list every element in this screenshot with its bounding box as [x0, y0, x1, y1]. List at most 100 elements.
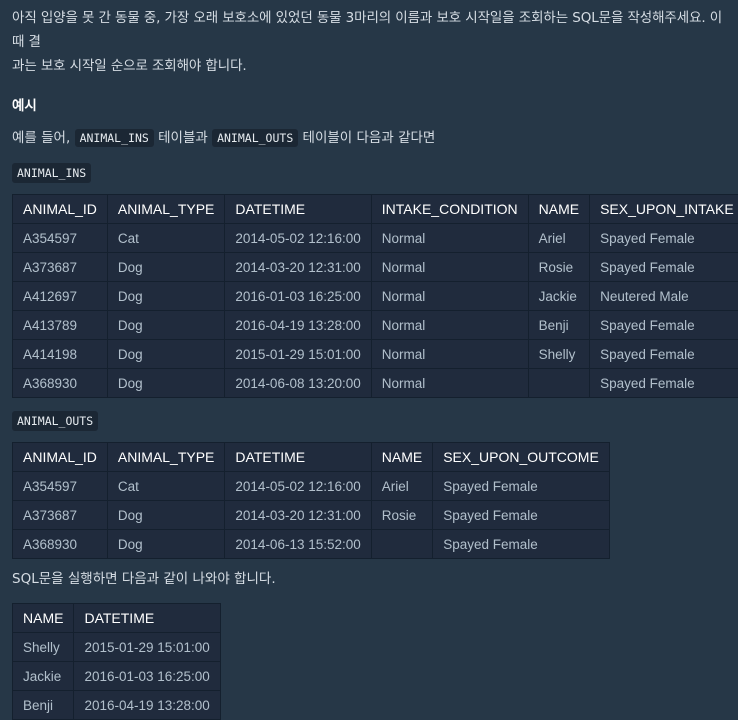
table-row: A373687Dog2014-03-20 12:31:00NormalRosie… — [13, 253, 738, 282]
table-cell: 2015-01-29 15:01:00 — [225, 340, 371, 369]
table-cell: 2015-01-29 15:01:00 — [74, 633, 220, 662]
table-cell: 2014-03-20 12:31:00 — [225, 253, 371, 282]
table-cell: Spayed Female — [590, 340, 738, 369]
inline-code-animal-ins: ANIMAL_INS — [75, 129, 154, 147]
table-cell: 2016-04-19 13:28:00 — [225, 311, 371, 340]
table-row: A354597Cat2014-05-02 12:16:00NormalAriel… — [13, 224, 738, 253]
animal-ins-table-label: ANIMAL_INS — [12, 163, 91, 183]
intro-line-2: 과는 보호 시작일 순으로 조회해야 합니다. — [12, 54, 732, 78]
table-cell: A354597 — [13, 472, 108, 501]
column-header: INTAKE_CONDITION — [371, 195, 528, 224]
column-header: NAME — [528, 195, 589, 224]
table-cell: Dog — [107, 253, 224, 282]
table-cell: A354597 — [13, 224, 108, 253]
table-cell: Benji — [13, 691, 74, 720]
inline-code-animal-outs: ANIMAL_OUTS — [212, 129, 298, 147]
table-cell: Rosie — [371, 501, 432, 530]
table-cell: Jackie — [528, 282, 589, 311]
table-header-row: ANIMAL_IDANIMAL_TYPEDATETIMEINTAKE_CONDI… — [13, 195, 738, 224]
column-header: DATETIME — [74, 604, 220, 633]
intro-line-1: 아직 입양을 못 간 동물 중, 가장 오래 보호소에 있었던 동물 3마리의 … — [12, 6, 732, 54]
table-row: A368930Dog2014-06-13 15:52:00 Spayed Fema… — [13, 530, 610, 559]
table-cell: Spayed Female — [433, 530, 610, 559]
table-cell: A368930 — [13, 369, 108, 398]
table-row: A373687Dog2014-03-20 12:31:00RosieSpayed… — [13, 501, 610, 530]
table-cell: 2016-01-03 16:25:00 — [225, 282, 371, 311]
table-row: Jackie2016-01-03 16:25:00 — [13, 662, 221, 691]
table-cell: Rosie — [528, 253, 589, 282]
table-cell — [371, 530, 432, 559]
table-cell: Ariel — [371, 472, 432, 501]
column-header: NAME — [13, 604, 74, 633]
animal-outs-label-row: ANIMAL_OUTS — [12, 410, 732, 430]
table-cell: Spayed Female — [433, 472, 610, 501]
table-cell — [528, 369, 589, 398]
example-prefix: 예를 들어, — [12, 130, 75, 146]
table-cell: Dog — [107, 311, 224, 340]
table-cell: Dog — [107, 501, 224, 530]
animal-outs-table: ANIMAL_IDANIMAL_TYPEDATETIMENAMESEX_UPON… — [12, 442, 610, 559]
table-cell: Normal — [371, 224, 528, 253]
table-cell: 2014-05-02 12:16:00 — [225, 224, 371, 253]
column-header: DATETIME — [225, 195, 371, 224]
table-row: A412697Dog2016-01-03 16:25:00NormalJacki… — [13, 282, 738, 311]
table-cell: Cat — [107, 224, 224, 253]
table-cell: Normal — [371, 340, 528, 369]
table-cell: Dog — [107, 530, 224, 559]
table-row: A414198Dog2015-01-29 15:01:00NormalShell… — [13, 340, 738, 369]
table-cell: Benji — [528, 311, 589, 340]
table-cell: A373687 — [13, 253, 108, 282]
table-cell: A412697 — [13, 282, 108, 311]
column-header: ANIMAL_TYPE — [107, 195, 224, 224]
table-cell: Cat — [107, 472, 224, 501]
table-cell: 2016-01-03 16:25:00 — [74, 662, 220, 691]
example-description: 예를 들어, ANIMAL_INS 테이블과 ANIMAL_OUTS 테이블이 … — [12, 126, 732, 150]
table-cell: Normal — [371, 282, 528, 311]
table-cell: Ariel — [528, 224, 589, 253]
column-header: ANIMAL_ID — [13, 443, 108, 472]
intro-paragraph: 아직 입양을 못 간 동물 중, 가장 오래 보호소에 있었던 동물 3마리의 … — [12, 6, 732, 78]
table-cell: Spayed Female — [433, 501, 610, 530]
problem-description: 아직 입양을 못 간 동물 중, 가장 오래 보호소에 있었던 동물 3마리의 … — [12, 0, 732, 720]
table-cell: A413789 — [13, 311, 108, 340]
column-header: ANIMAL_ID — [13, 195, 108, 224]
table-cell: 2014-05-02 12:16:00 — [225, 472, 371, 501]
animal-ins-label-row: ANIMAL_INS — [12, 162, 732, 182]
column-header: ANIMAL_TYPE — [107, 443, 224, 472]
table-cell: A368930 — [13, 530, 108, 559]
table-row: A354597Cat2014-05-02 12:16:00ArielSpayed… — [13, 472, 610, 501]
example-heading: 예시 — [12, 94, 732, 118]
example-suffix: 테이블이 다음과 같다면 — [298, 130, 435, 146]
table-cell: A414198 — [13, 340, 108, 369]
result-description: SQL문을 실행하면 다음과 같이 나와야 합니다. — [12, 567, 732, 591]
table-cell: Jackie — [13, 662, 74, 691]
table-row: Benji2016-04-19 13:28:00 — [13, 691, 221, 720]
table-cell: Spayed Female — [590, 311, 738, 340]
table-cell: Normal — [371, 311, 528, 340]
column-header: SEX_UPON_INTAKE — [590, 195, 738, 224]
table-cell: Neutered Male — [590, 282, 738, 311]
table-cell: Spayed Female — [590, 369, 738, 398]
result-table: NAMEDATETIME Shelly2015-01-29 15:01:00Ja… — [12, 603, 221, 720]
table-cell: 2014-06-13 15:52:00 — [225, 530, 371, 559]
table-cell: Spayed Female — [590, 253, 738, 282]
table-cell: Dog — [107, 369, 224, 398]
table-cell: Spayed Female — [590, 224, 738, 253]
table-cell: 2014-06-08 13:20:00 — [225, 369, 371, 398]
table-cell: Shelly — [13, 633, 74, 662]
table-cell: Dog — [107, 340, 224, 369]
table-cell: Shelly — [528, 340, 589, 369]
column-header: NAME — [371, 443, 432, 472]
table-row: A413789Dog2016-04-19 13:28:00NormalBenji… — [13, 311, 738, 340]
table-cell: 2016-04-19 13:28:00 — [74, 691, 220, 720]
table-row: Shelly2015-01-29 15:01:00 — [13, 633, 221, 662]
table-row: A368930Dog2014-06-08 13:20:00Normal Spaye… — [13, 369, 738, 398]
table-cell: 2014-03-20 12:31:00 — [225, 501, 371, 530]
animal-ins-table: ANIMAL_IDANIMAL_TYPEDATETIMEINTAKE_CONDI… — [12, 194, 738, 398]
table-cell: Normal — [371, 253, 528, 282]
table-cell: Normal — [371, 369, 528, 398]
example-middle: 테이블과 — [154, 130, 212, 146]
column-header: SEX_UPON_OUTCOME — [433, 443, 610, 472]
table-header-row: NAMEDATETIME — [13, 604, 221, 633]
table-cell: Dog — [107, 282, 224, 311]
